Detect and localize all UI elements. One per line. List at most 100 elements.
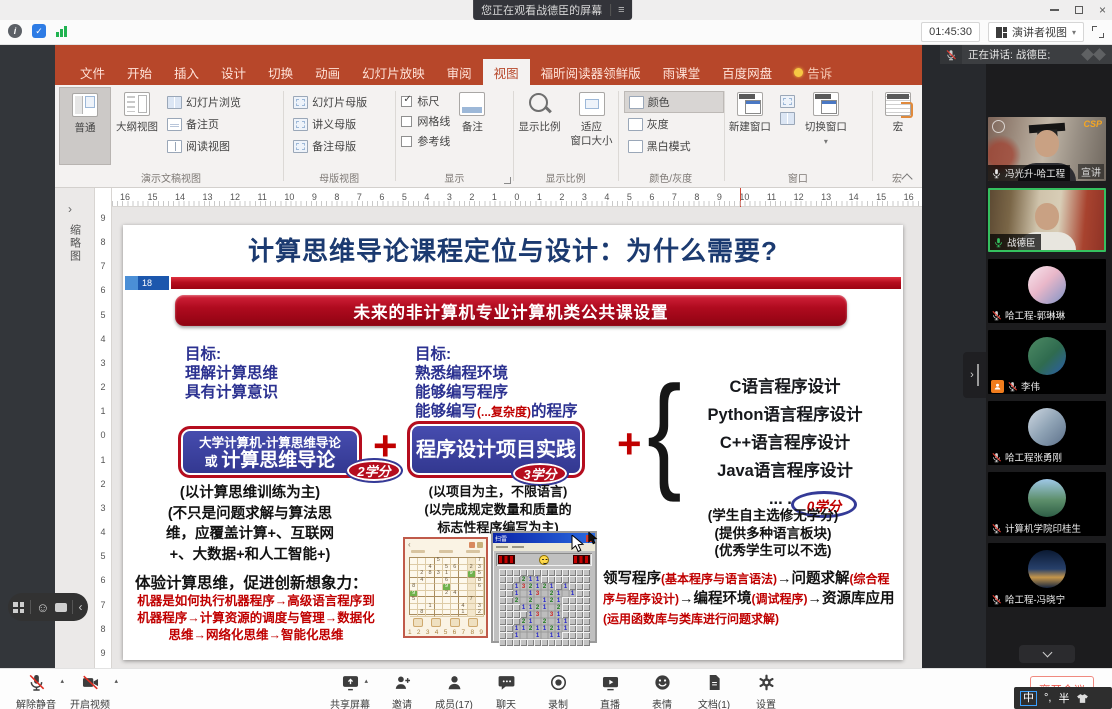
fit-to-window-button[interactable]: 适应 窗口大小 <box>566 87 618 165</box>
panel-collapse-handle[interactable]: › <box>963 352 986 398</box>
ruler-number: 5 <box>100 311 105 320</box>
switch-window-button[interactable]: 切换窗口 ▾ <box>800 87 852 165</box>
text-line: C++语言程序设计 <box>671 429 899 457</box>
csp-logo: CSP <box>1083 119 1102 129</box>
watching-screen-banner[interactable]: 您正在观看战德臣的屏幕 ≡ <box>473 0 632 20</box>
mine-cell <box>506 597 513 604</box>
participant-tile-计算机学院印桂生[interactable]: 计算机学院印桂生 <box>988 472 1106 536</box>
toolbar-doc-button[interactable]: 文档(1) <box>694 673 734 709</box>
chevron-up-icon[interactable]: ▴ <box>114 677 118 685</box>
participant-tile-哈工程-郭琳琳[interactable]: 哈工程-郭琳琳 <box>988 259 1106 323</box>
muted-mic-icon[interactable] <box>940 45 962 64</box>
ime-skin-icon[interactable] <box>1076 693 1089 704</box>
tab-福昕阅读器领鲜版[interactable]: 福昕阅读器领鲜版 <box>530 59 652 85</box>
mine-cell: 2 <box>541 618 548 625</box>
ime-halfwidth[interactable]: 半 <box>1058 690 1069 706</box>
toolbar-chat-button[interactable]: 聊天 <box>486 673 526 709</box>
checkbox-icon[interactable] <box>401 136 412 147</box>
dialog-launcher-icon[interactable] <box>504 177 511 184</box>
toolbar-live-button[interactable]: 直播 <box>590 673 630 709</box>
slide-sorter-button[interactable]: 幻灯片浏览 <box>163 91 245 113</box>
participant-tile-哈工程-冯晓宁[interactable]: 哈工程-冯晓宁 <box>988 543 1106 607</box>
normal-view-button[interactable]: 普通 <box>59 87 111 165</box>
checkbox-icon[interactable] <box>401 96 412 107</box>
maximize-button[interactable] <box>1075 6 1083 14</box>
ruler-number: 12 <box>794 192 804 202</box>
minimize-button[interactable] <box>1050 9 1059 11</box>
grayscale-button[interactable]: 灰度 <box>624 113 724 135</box>
mine-cell <box>499 583 506 590</box>
ime-bar[interactable]: 中 °, 半 <box>1014 687 1112 709</box>
ime-punctuation[interactable]: °, <box>1044 692 1051 704</box>
tab-动画[interactable]: 动画 <box>304 59 351 85</box>
toolbar-settings-button[interactable]: 设置 <box>746 673 786 709</box>
group-label: 颜色/灰度 <box>618 170 724 185</box>
mine-cell <box>506 632 513 639</box>
checkbox-参考线[interactable]: 参考线 <box>401 131 450 151</box>
checkbox-标尺[interactable]: 标尺 <box>401 91 450 111</box>
security-shield-icon[interactable]: ✓ <box>32 24 46 38</box>
tab-视图[interactable]: 视图 <box>483 59 530 85</box>
participant-tile-李伟[interactable]: 李伟 <box>988 330 1106 394</box>
tab-雨课堂[interactable]: 雨课堂 <box>652 59 712 85</box>
mine-cell <box>583 625 590 632</box>
toolbar-share-button[interactable]: 共享屏幕▴ <box>330 673 370 709</box>
tab-切换[interactable]: 切换 <box>257 59 304 85</box>
layout-grid-icon[interactable] <box>13 602 24 613</box>
tab-审阅[interactable]: 审阅 <box>436 59 483 85</box>
tab-开始[interactable]: 开始 <box>116 59 163 85</box>
toolbar-members-button[interactable]: 成员(17) <box>434 673 474 709</box>
outline-view-button[interactable]: 大纲视图 <box>111 87 163 165</box>
emoji-icon[interactable]: ☺ <box>36 601 49 614</box>
color-button[interactable]: 颜色 <box>624 91 724 113</box>
arrange-windows-icon[interactable] <box>780 112 795 125</box>
mine-cell: 1 <box>527 604 534 611</box>
collapse-left-icon[interactable]: ‹ <box>79 600 83 614</box>
tab-告诉[interactable]: 告诉 <box>783 59 843 85</box>
banner-menu-icon[interactable]: ≡ <box>610 4 624 16</box>
tab-设计[interactable]: 设计 <box>210 59 257 85</box>
checkbox-网格线[interactable]: 网格线 <box>401 111 450 131</box>
macro-button[interactable]: 宏 <box>872 87 922 165</box>
participant-name: 哈工程-冯晓宁 <box>1005 592 1065 606</box>
tab-插入[interactable]: 插入 <box>163 59 210 85</box>
slide[interactable]: 计算思维导论课程定位与设计：为什么需要? 18 未来的非计算机专业计算机类公共课… <box>123 225 903 660</box>
tab-幻灯片放映[interactable]: 幻灯片放映 <box>351 59 436 85</box>
slide-master-button[interactable]: 幻灯片母版 <box>289 91 395 113</box>
reading-view-button[interactable]: 阅读视图 <box>163 135 245 157</box>
toolbar-cam-off-button[interactable]: 开启视频▴ <box>60 673 120 709</box>
collapse-ribbon-icon[interactable] <box>903 172 912 181</box>
tab-文件[interactable]: 文件 <box>69 59 116 85</box>
expand-thumbnails-icon[interactable]: › <box>68 202 72 216</box>
participant-tile-冯光升-哈工程[interactable]: CSP宣讲冯光升-哈工程 <box>988 117 1106 181</box>
new-window-button[interactable]: 新建窗口 <box>724 87 776 165</box>
toolbar-emoji-button[interactable]: 表情 <box>642 673 682 709</box>
fullscreen-icon[interactable] <box>1092 26 1104 38</box>
mouse-cursor-secondary <box>588 532 598 545</box>
meeting-info-icon[interactable]: i <box>8 24 22 38</box>
mine-cell: 1 <box>555 611 562 618</box>
participant-tile-哈工程张勇刚[interactable]: 哈工程张勇刚 <box>988 401 1106 465</box>
notes-button[interactable]: 备注 <box>450 87 494 165</box>
toolbar-mic-muted-button[interactable]: 解除静音▴ <box>6 673 66 709</box>
notes-master-button[interactable]: 备注母版 <box>289 135 395 157</box>
checkbox-icon[interactable] <box>401 116 412 127</box>
chevron-up-icon[interactable]: ▴ <box>364 677 368 685</box>
toolbar-invite-button[interactable]: 邀请 <box>382 673 422 709</box>
ruler-number: 8 <box>100 625 105 634</box>
toolbar-record-button[interactable]: 录制 <box>538 673 578 709</box>
mine-cell: 1 <box>534 632 541 639</box>
black-white-button[interactable]: 黑白模式 <box>624 135 724 157</box>
participant-tile-战德臣[interactable]: 战德臣 <box>988 188 1106 252</box>
handout-master-button[interactable]: 讲义母版 <box>289 113 395 135</box>
ime-language-indicator[interactable]: 中 <box>1020 691 1037 706</box>
tab-百度网盘[interactable]: 百度网盘 <box>711 59 783 85</box>
cascade-windows-icon[interactable] <box>780 95 795 108</box>
chat-bubble-icon[interactable] <box>55 603 67 612</box>
notes-page-button[interactable]: 备注页 <box>163 113 245 135</box>
close-button[interactable]: × <box>1099 4 1106 16</box>
collapse-tiles-button[interactable] <box>1019 645 1075 663</box>
view-mode-selector[interactable]: 演讲者视图 ▾ <box>988 22 1084 42</box>
zoom-button[interactable]: 显示比例 <box>514 87 566 165</box>
annotation-toolbar[interactable]: ☺ ‹ <box>8 593 88 621</box>
